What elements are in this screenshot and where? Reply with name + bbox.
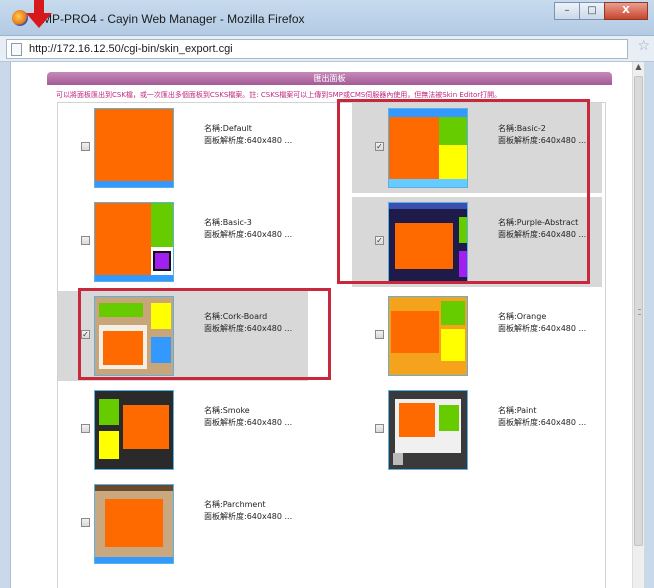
scroll-grip-icon — [638, 309, 641, 315]
skin-name: 名稱:Parchment — [204, 500, 266, 509]
skin-resolution: 面板解析度:640x480 ... — [204, 512, 293, 521]
highlight-box-right — [337, 99, 590, 284]
skin-checkbox-basic-3[interactable] — [81, 236, 90, 245]
skin-thumbnail-basic-3[interactable] — [94, 202, 174, 282]
close-button[interactable]: X — [604, 2, 648, 20]
vertical-scrollbar[interactable]: ▲ — [632, 62, 644, 588]
skin-checkbox-paint[interactable] — [375, 424, 384, 433]
scroll-thumb[interactable] — [634, 76, 643, 546]
window-controls: – □ X — [554, 2, 648, 20]
skin-grid: 名稱:Default 面板解析度:640x480 ... ✓ 名稱:Basic-… — [57, 99, 606, 588]
skin-checkbox-orange[interactable] — [375, 330, 384, 339]
highlight-box-left — [78, 288, 331, 380]
url-text[interactable]: http://172.16.12.50/cgi-bin/skin_export.… — [29, 43, 233, 55]
skin-checkbox-default[interactable] — [81, 142, 90, 151]
skin-thumbnail-smoke[interactable] — [94, 390, 174, 470]
skin-name: 名稱:Default — [204, 124, 252, 133]
skin-resolution: 面板解析度:640x480 ... — [498, 418, 587, 427]
skin-checkbox-smoke[interactable] — [81, 424, 90, 433]
maximize-button[interactable]: □ — [579, 2, 605, 20]
panel-header: 匯出面板 — [47, 72, 612, 85]
skin-name: 名稱:Orange — [498, 312, 547, 321]
skin-thumbnail-parchment[interactable] — [94, 484, 174, 564]
minimize-button[interactable]: – — [554, 2, 580, 20]
page-icon — [11, 43, 22, 56]
skin-name: 名稱:Smoke — [204, 406, 250, 415]
skin-resolution: 面板解析度:640x480 ... — [498, 324, 587, 333]
url-field[interactable]: http://172.16.12.50/cgi-bin/skin_export.… — [6, 39, 628, 59]
window-title: SMP-PRO4 - Cayin Web Manager - Mozilla F… — [34, 12, 305, 26]
skin-thumbnail-default[interactable] — [94, 108, 174, 188]
window-titlebar: SMP-PRO4 - Cayin Web Manager - Mozilla F… — [0, 0, 654, 36]
page-viewport: 匯出面板 可以將面板匯出到CSK檔，或一次匯出多個面板到CSKS檔案。註: CS… — [10, 62, 644, 588]
red-arrow-icon — [26, 0, 52, 28]
scroll-up-icon[interactable]: ▲ — [633, 62, 644, 74]
skin-thumbnail-orange[interactable] — [388, 296, 468, 376]
address-bar: http://172.16.12.50/cgi-bin/skin_export.… — [0, 36, 654, 62]
bookmark-star-icon[interactable]: ☆ — [637, 38, 650, 54]
skin-resolution: 面板解析度:640x480 ... — [204, 230, 293, 239]
skin-item-parchment: 名稱:Parchment 面板解析度:640x480 ... — [58, 479, 308, 569]
skin-resolution: 面板解析度:640x480 ... — [204, 418, 293, 427]
skin-checkbox-parchment[interactable] — [81, 518, 90, 527]
skin-name: 名稱:Basic-3 — [204, 218, 252, 227]
skin-resolution: 面板解析度:640x480 ... — [204, 136, 293, 145]
skin-item-smoke: 名稱:Smoke 面板解析度:640x480 ... — [58, 385, 308, 475]
skin-item-orange: 名稱:Orange 面板解析度:640x480 ... — [352, 291, 602, 381]
skin-thumbnail-paint[interactable] — [388, 390, 468, 470]
skin-name: 名稱:Paint — [498, 406, 537, 415]
skin-item-default: 名稱:Default 面板解析度:640x480 ... — [58, 103, 308, 193]
skin-item-paint: 名稱:Paint 面板解析度:640x480 ... — [352, 385, 602, 475]
skin-item-basic-3: 名稱:Basic-3 面板解析度:640x480 ... — [58, 197, 308, 287]
